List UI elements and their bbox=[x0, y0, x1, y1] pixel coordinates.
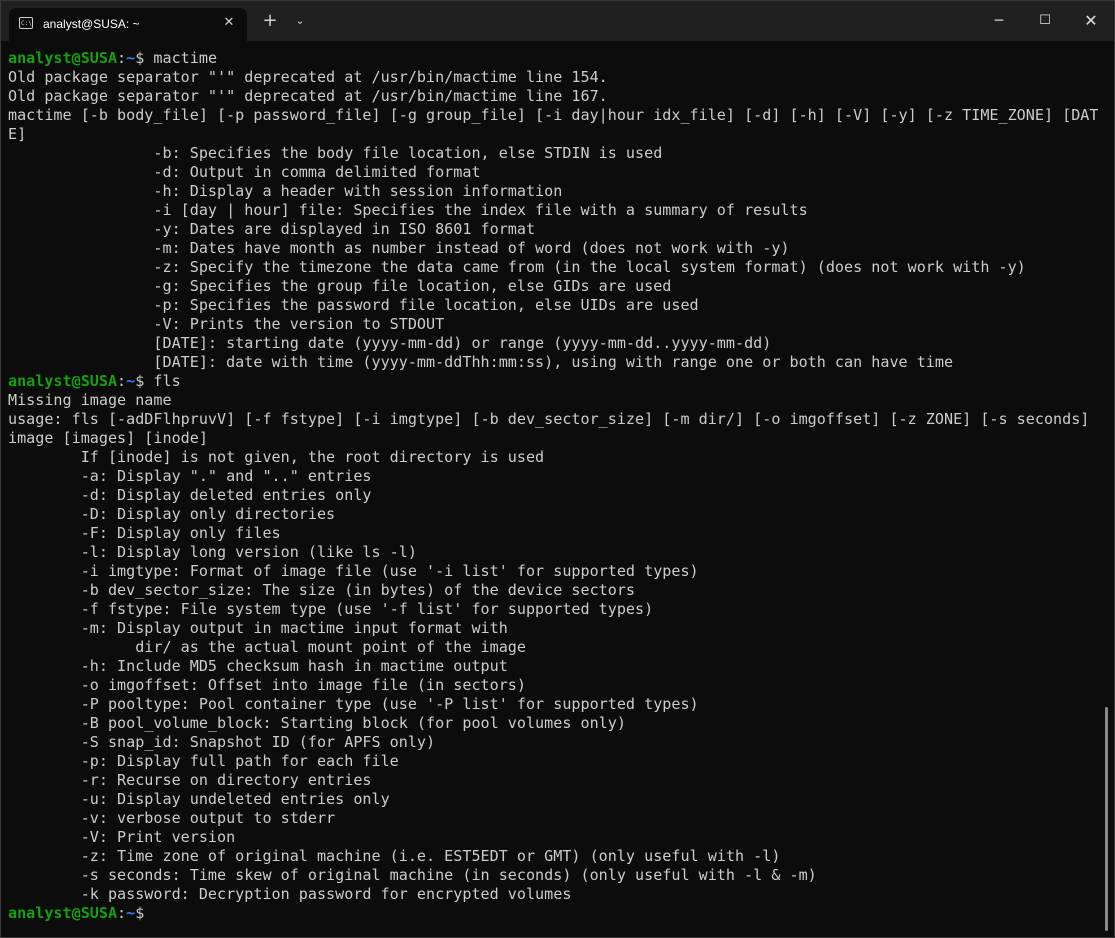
prompt-dollar: $ bbox=[135, 49, 145, 67]
output-line: Old package separator "'" deprecated at … bbox=[8, 68, 608, 86]
prompt-user-host: analyst@SUSA bbox=[8, 49, 118, 67]
prompt-dollar: $ bbox=[135, 372, 145, 390]
output-line: -b dev_sector_size: The size (in bytes) … bbox=[8, 581, 636, 599]
output-line: Old package separator "'" deprecated at … bbox=[8, 87, 608, 105]
output-line: -i [day | hour] file: Specifies the inde… bbox=[8, 201, 808, 219]
output-line: -v: verbose output to stderr bbox=[8, 809, 336, 827]
prompt-path: ~ bbox=[126, 372, 136, 390]
prompt-line: analyst@SUSA:~$ fls bbox=[8, 372, 1098, 391]
output-line: Missing image name bbox=[8, 391, 172, 409]
output-line: image [images] [inode] bbox=[8, 429, 208, 447]
chevron-down-icon[interactable]: ⌄ bbox=[290, 10, 310, 32]
output-line: -s seconds: Time skew of original machin… bbox=[8, 866, 817, 884]
tab-title: analyst@SUSA: ~ bbox=[43, 17, 140, 31]
output-line: -d: Output in comma delimited format bbox=[8, 163, 481, 181]
output-line: -S snap_id: Snapshot ID (for APFS only) bbox=[8, 733, 436, 751]
prompt-colon: : bbox=[117, 49, 127, 67]
output-line: -V: Prints the version to STDOUT bbox=[8, 315, 445, 333]
output-line: -r: Recurse on directory entries bbox=[8, 771, 372, 789]
prompt-dollar: $ bbox=[135, 904, 145, 922]
output-line: -p: Display full path for each file bbox=[8, 752, 399, 770]
minimize-button[interactable]: ─ bbox=[976, 1, 1022, 41]
prompt-line: analyst@SUSA:~$ mactime bbox=[8, 49, 1098, 68]
output-line: If [inode] is not given, the root direct… bbox=[8, 448, 545, 466]
output-line: -l: Display long version (like ls -l) bbox=[8, 543, 417, 561]
terminal-icon: C:\ bbox=[19, 17, 33, 29]
prompt-user-host: analyst@SUSA bbox=[8, 904, 118, 922]
maximize-button[interactable]: ☐ bbox=[1022, 1, 1068, 41]
scrollbar[interactable] bbox=[1105, 707, 1108, 931]
output-line: -m: Dates have month as number instead o… bbox=[8, 239, 790, 257]
terminal-tab[interactable]: C:\ analyst@SUSA: ~ ✕ bbox=[9, 8, 247, 41]
output-line: -F: Display only files bbox=[8, 524, 281, 542]
prompt-colon: : bbox=[117, 904, 127, 922]
terminal-output[interactable]: analyst@SUSA:~$ mactime Old package separ… bbox=[8, 49, 1098, 929]
command-text: mactime bbox=[144, 49, 218, 67]
output-line: usage: fls [-adDFlhpruvV] [-f fstype] [-… bbox=[8, 410, 1090, 428]
output-line: -B pool_volume_block: Starting block (fo… bbox=[8, 714, 626, 732]
title-bar: C:\ analyst@SUSA: ~ ✕ + ⌄ ─ ☐ ✕ bbox=[1, 1, 1114, 41]
prompt-user-host: analyst@SUSA bbox=[8, 372, 118, 390]
prompt-path: ~ bbox=[126, 49, 136, 67]
output-line: -h: Include MD5 checksum hash in mactime… bbox=[8, 657, 508, 675]
output-line: -y: Dates are displayed in ISO 8601 form… bbox=[8, 220, 536, 238]
output-line: -z: Specify the timezone the data came f… bbox=[8, 258, 1026, 276]
text-cursor bbox=[144, 904, 153, 921]
output-line: -h: Display a header with session inform… bbox=[8, 182, 563, 200]
prompt-path: ~ bbox=[126, 904, 136, 922]
output-line: -g: Specifies the group file location, e… bbox=[8, 277, 672, 295]
terminal-window: C:\ analyst@SUSA: ~ ✕ + ⌄ ─ ☐ ✕ analyst@… bbox=[0, 0, 1115, 938]
prompt-line: analyst@SUSA:~$ bbox=[8, 904, 1098, 923]
output-line: -m: Display output in mactime input form… bbox=[8, 619, 508, 637]
output-line: -z: Time zone of original machine (i.e. … bbox=[8, 847, 781, 865]
output-line: -b: Specifies the body file location, el… bbox=[8, 144, 663, 162]
close-window-button[interactable]: ✕ bbox=[1068, 1, 1114, 41]
output-line: mactime [-b body_file] [-p password_file… bbox=[8, 106, 1098, 124]
output-line: -d: Display deleted entries only bbox=[8, 486, 372, 504]
output-line: E] bbox=[8, 125, 27, 143]
command-text: fls bbox=[144, 372, 181, 390]
close-tab-icon[interactable]: ✕ bbox=[219, 13, 239, 33]
output-line: dir/ as the actual mount point of the im… bbox=[8, 638, 526, 656]
output-line: -o imgoffset: Offset into image file (in… bbox=[8, 676, 526, 694]
new-tab-button[interactable]: + bbox=[259, 10, 281, 32]
output-line: -u: Display undeleted entries only bbox=[8, 790, 390, 808]
prompt-colon: : bbox=[117, 372, 127, 390]
output-line: -p: Specifies the password file location… bbox=[8, 296, 699, 314]
output-line: -f fstype: File system type (use '-f lis… bbox=[8, 600, 654, 618]
output-line: [DATE]: date with time (yyyy-mm-ddThh:mm… bbox=[8, 353, 954, 371]
output-line: -a: Display "." and ".." entries bbox=[8, 467, 372, 485]
output-line: -i imgtype: Format of image file (use '-… bbox=[8, 562, 699, 580]
output-line: -V: Print version bbox=[8, 828, 236, 846]
output-line: -D: Display only directories bbox=[8, 505, 336, 523]
output-line: -P pooltype: Pool container type (use '-… bbox=[8, 695, 699, 713]
output-line: [DATE]: starting date (yyyy-mm-dd) or ra… bbox=[8, 334, 772, 352]
output-line: -k password: Decryption password for enc… bbox=[8, 885, 572, 903]
